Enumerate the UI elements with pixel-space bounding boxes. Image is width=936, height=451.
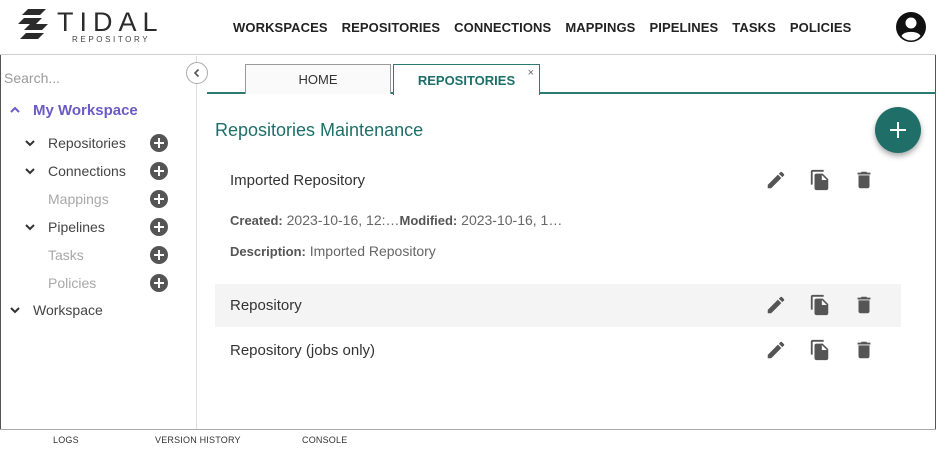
add-mapping-icon[interactable] xyxy=(150,190,168,208)
footer-logs[interactable]: LOGS xyxy=(53,435,79,445)
sidebar-item-pipelines[interactable]: Pipelines xyxy=(0,215,190,239)
nav-repositories[interactable]: REPOSITORIES xyxy=(342,20,440,35)
chevron-left-icon xyxy=(193,68,200,78)
add-repository-button[interactable] xyxy=(875,107,921,153)
chevron-up-icon xyxy=(10,106,20,113)
sidebar-item-repositories[interactable]: Repositories xyxy=(0,131,190,155)
tree-root-workspace[interactable]: Workspace xyxy=(0,298,190,322)
created-value: 2023-10-16, 12:… xyxy=(286,212,400,228)
footer-version-history[interactable]: VERSION HISTORY xyxy=(155,435,241,445)
sidebar-item-mappings[interactable]: Mappings xyxy=(0,187,190,211)
repository-name: Repository xyxy=(230,297,302,314)
created-label: Created: xyxy=(230,213,283,228)
tidal-logo-icon xyxy=(18,9,48,39)
nav-connections[interactable]: CONNECTIONS xyxy=(454,20,551,35)
tab-repositories-label: REPOSITORIES xyxy=(417,72,516,88)
copy-icon[interactable] xyxy=(809,169,831,191)
sidebar-item-connections[interactable]: Connections xyxy=(0,159,190,183)
nav-pipelines[interactable]: PIPELINES xyxy=(649,20,718,35)
tab-home-label: HOME xyxy=(298,72,338,87)
sidebar-item-label: Policies xyxy=(48,275,97,291)
main-nav: WORKSPACES REPOSITORIES CONNECTIONS MAPP… xyxy=(226,0,858,55)
add-repository-icon[interactable] xyxy=(150,134,168,152)
copy-icon[interactable] xyxy=(809,294,831,316)
pencil-icon[interactable] xyxy=(765,294,787,316)
tree-root-label: My Workspace xyxy=(33,101,138,119)
tidal-logo[interactable]: TIDAL REPOSITORY xyxy=(16,5,158,47)
table-row[interactable]: Repository (jobs only) xyxy=(215,329,901,372)
sidebar-item-label: Mappings xyxy=(48,191,109,207)
trash-icon[interactable] xyxy=(853,294,875,316)
modified-value: 2023-10-16, 1… xyxy=(461,212,563,228)
chevron-down-icon xyxy=(25,140,35,147)
repository-description: Description: Imported Repository xyxy=(230,243,436,259)
pencil-icon[interactable] xyxy=(765,169,787,191)
nav-mappings[interactable]: MAPPINGS xyxy=(565,20,635,35)
add-policy-icon[interactable] xyxy=(150,274,168,292)
account-circle-icon[interactable] xyxy=(895,11,927,43)
workspace-label: Workspace xyxy=(33,302,103,318)
sidebar-item-label: Tasks xyxy=(48,247,84,263)
sidebar-item-label: Connections xyxy=(48,163,126,179)
trash-icon[interactable] xyxy=(853,339,875,361)
bottom-panel-bar: LOGS VERSION HISTORY CONSOLE xyxy=(0,429,936,451)
chevron-down-icon xyxy=(25,224,35,231)
table-row[interactable]: Imported Repository xyxy=(215,159,901,202)
table-row[interactable]: Repository xyxy=(215,284,901,327)
chevron-down-icon xyxy=(25,168,35,175)
close-tab-icon[interactable]: × xyxy=(528,67,534,79)
tab-repositories[interactable]: REPOSITORIES × xyxy=(393,64,540,95)
chevron-down-icon xyxy=(10,307,20,314)
add-pipeline-icon[interactable] xyxy=(150,218,168,236)
copy-icon[interactable] xyxy=(809,339,831,361)
description-value: Imported Repository xyxy=(309,243,436,259)
footer-console[interactable]: CONSOLE xyxy=(302,435,347,445)
sidebar: My Workspace Repositories Connections Ma… xyxy=(0,56,197,429)
page-title: Repositories Maintenance xyxy=(215,120,424,140)
nav-policies[interactable]: POLICIES xyxy=(790,20,851,35)
search-input[interactable] xyxy=(4,68,179,88)
trash-icon[interactable] xyxy=(853,169,875,191)
repository-name: Repository (jobs only) xyxy=(230,342,376,359)
brand-name: TIDAL xyxy=(57,7,164,37)
tab-home[interactable]: HOME xyxy=(245,64,391,94)
add-connection-icon[interactable] xyxy=(150,162,168,180)
nav-tasks[interactable]: TASKS xyxy=(732,20,776,35)
tab-bar: HOME REPOSITORIES × xyxy=(207,64,936,95)
description-label: Description: xyxy=(230,244,306,259)
brand-sub: REPOSITORY xyxy=(72,35,151,44)
pencil-icon[interactable] xyxy=(765,339,787,361)
repository-name: Imported Repository xyxy=(230,172,366,189)
sidebar-item-policies[interactable]: Policies xyxy=(0,271,190,295)
tree-root-my-workspace[interactable]: My Workspace xyxy=(0,98,190,122)
sidebar-item-label: Repositories xyxy=(48,135,126,151)
modified-label: Modified: xyxy=(399,213,458,228)
top-header: TIDAL REPOSITORY WORKSPACES REPOSITORIES… xyxy=(0,0,936,55)
sidebar-item-tasks[interactable]: Tasks xyxy=(0,243,190,267)
sidebar-item-label: Pipelines xyxy=(48,219,105,235)
collapse-sidebar-button[interactable] xyxy=(186,62,208,84)
add-task-icon[interactable] xyxy=(150,246,168,264)
repository-dates: Created: 2023-10-16, 12:…Modified: 2023-… xyxy=(230,212,562,228)
nav-workspaces[interactable]: WORKSPACES xyxy=(233,20,328,35)
